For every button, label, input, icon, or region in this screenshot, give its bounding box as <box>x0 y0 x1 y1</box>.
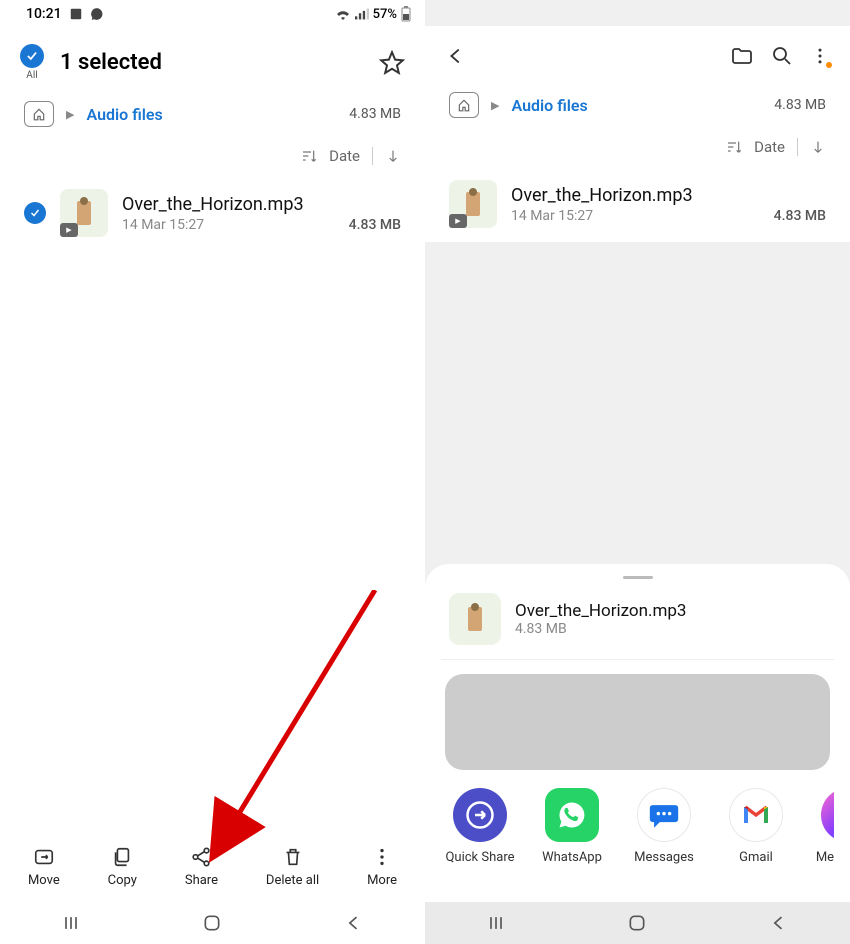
clock: 10:21 <box>26 6 62 22</box>
search-icon[interactable] <box>770 44 794 68</box>
file-item[interactable]: ▶ Over_the_Horizon.mp3 14 Mar 15:27 4.83… <box>425 166 850 242</box>
separator <box>797 138 798 156</box>
chevron-right-icon: ▶ <box>491 99 499 112</box>
delete-button[interactable]: Delete all <box>266 846 319 888</box>
check-icon <box>20 44 44 68</box>
messages-icon <box>637 788 691 842</box>
file-size: 4.83 MB <box>349 217 401 233</box>
nearby-share-preview[interactable] <box>445 674 830 770</box>
header <box>425 26 850 86</box>
selection-header: All 1 selected <box>0 26 425 95</box>
breadcrumb: ▶ Audio files 4.83 MB <box>0 95 425 137</box>
sort-icon[interactable] <box>301 148 317 164</box>
file-size: 4.83 MB <box>774 208 826 224</box>
file-item[interactable]: ▶ Over_the_Horizon.mp3 14 Mar 15:27 4.83… <box>0 175 425 251</box>
drag-handle[interactable] <box>623 576 653 579</box>
whatsapp-icon <box>545 788 599 842</box>
nav-bar <box>0 902 425 944</box>
whatsapp-app[interactable]: WhatsApp <box>537 788 607 886</box>
share-file-size: 4.83 MB <box>515 621 686 637</box>
battery-icon <box>401 6 411 22</box>
share-button[interactable]: Share <box>185 846 218 888</box>
recents-button[interactable] <box>61 913 81 933</box>
file-date: 14 Mar 15:27 <box>511 208 593 224</box>
back-button[interactable] <box>344 913 364 933</box>
share-sheet[interactable]: Over_the_Horizon.mp3 4.83 MB Quick Share… <box>425 564 850 902</box>
file-thumbnail: ▶ <box>449 180 497 228</box>
file-thumbnail: ▶ <box>60 189 108 237</box>
back-button[interactable] <box>769 913 789 933</box>
chat-icon <box>90 7 104 21</box>
breadcrumb: ▶ Audio files 4.83 MB <box>425 86 850 128</box>
quickshare-app[interactable]: Quick Share <box>445 788 515 886</box>
home-button[interactable] <box>202 913 222 933</box>
share-file-name: Over_the_Horizon.mp3 <box>515 601 686 621</box>
messenger-icon <box>821 788 834 842</box>
folder-icon[interactable] <box>730 44 754 68</box>
copy-button[interactable]: Copy <box>108 846 137 888</box>
recents-button[interactable] <box>486 913 506 933</box>
quickshare-icon <box>453 788 507 842</box>
select-all-label: All <box>26 70 37 81</box>
check-icon[interactable] <box>24 202 46 224</box>
messenger-app[interactable]: Messenger Chats <box>813 788 834 886</box>
star-icon[interactable] <box>379 50 405 76</box>
more-button[interactable]: More <box>367 846 397 888</box>
home-button[interactable] <box>24 101 54 127</box>
back-icon[interactable] <box>445 45 467 67</box>
action-bar: Move Copy Share Delete all More <box>0 836 425 902</box>
gmail-icon <box>729 788 783 842</box>
image-icon <box>69 7 83 21</box>
sort-direction-icon[interactable] <box>385 148 401 164</box>
sort-label[interactable]: Date <box>754 138 785 156</box>
sort-bar: Date <box>425 128 850 166</box>
file-name: Over_the_Horizon.mp3 <box>511 185 826 206</box>
signal-icon <box>355 8 369 20</box>
gmail-app[interactable]: Gmail <box>721 788 791 886</box>
status-bar: 10:21 57% <box>0 0 425 26</box>
annotation-arrow <box>200 590 400 870</box>
select-all-button[interactable]: All <box>20 44 44 81</box>
notification-dot <box>826 62 832 68</box>
chevron-right-icon: ▶ <box>66 108 74 121</box>
sort-bar: Date <box>0 137 425 175</box>
nav-bar <box>425 902 850 944</box>
home-button[interactable] <box>627 913 647 933</box>
battery-pct: 57% <box>373 7 397 22</box>
play-icon: ▶ <box>60 223 78 237</box>
share-apps: Quick Share WhatsApp Messages <box>441 788 834 886</box>
sort-icon[interactable] <box>726 139 742 155</box>
messages-app[interactable]: Messages <box>629 788 699 886</box>
breadcrumb-label[interactable]: Audio files <box>511 96 587 115</box>
sort-label[interactable]: Date <box>329 147 360 165</box>
move-button[interactable]: Move <box>28 846 60 888</box>
page-title: 1 selected <box>60 50 363 75</box>
folder-size: 4.83 MB <box>349 106 401 122</box>
breadcrumb-label[interactable]: Audio files <box>86 105 162 124</box>
sort-direction-icon[interactable] <box>810 139 826 155</box>
home-button[interactable] <box>449 92 479 118</box>
folder-size: 4.83 MB <box>774 97 826 113</box>
file-thumbnail <box>449 593 501 645</box>
wifi-icon <box>335 8 351 20</box>
play-icon: ▶ <box>449 214 467 228</box>
share-file-row: Over_the_Horizon.mp3 4.83 MB <box>441 589 834 660</box>
file-name: Over_the_Horizon.mp3 <box>122 194 401 215</box>
file-date: 14 Mar 15:27 <box>122 217 204 233</box>
separator <box>372 147 373 165</box>
